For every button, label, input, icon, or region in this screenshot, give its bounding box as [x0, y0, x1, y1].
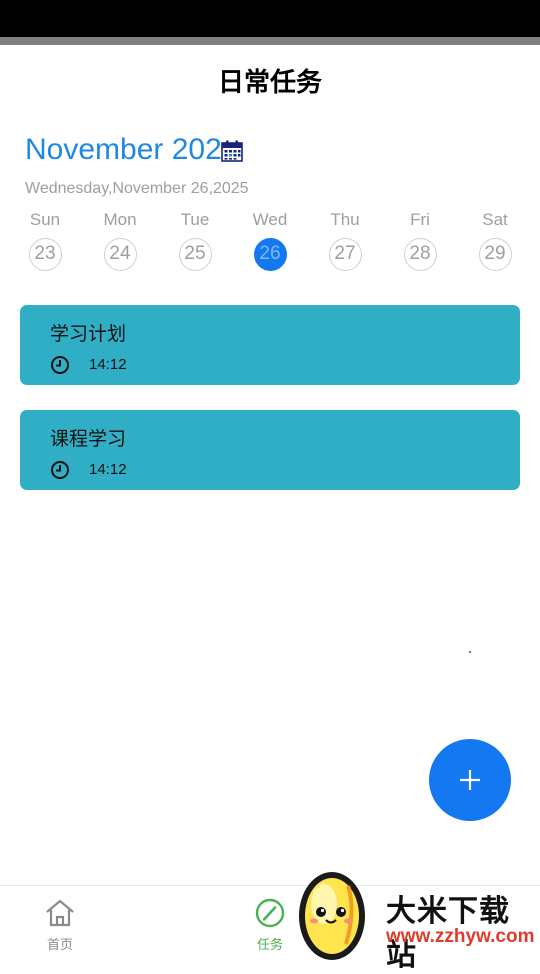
- clock-icon: [51, 356, 69, 374]
- day-mon[interactable]: Mon 24: [90, 208, 150, 271]
- day-name: Sat: [482, 210, 508, 229]
- day-sun[interactable]: Sun 23: [15, 208, 75, 271]
- day-number[interactable]: 24: [103, 238, 137, 271]
- day-name: Tue: [180, 210, 210, 229]
- day-name: Thu: [330, 210, 360, 229]
- day-thu[interactable]: Thu 27: [315, 208, 375, 271]
- home-icon: [46, 899, 74, 927]
- watermark-url: www.zzhyw.com: [386, 926, 535, 947]
- day-number-selected[interactable]: 26: [253, 238, 287, 271]
- month-label: November 2025: [25, 133, 221, 166]
- day-wed[interactable]: Wed 26: [240, 208, 300, 271]
- day-name: Mon: [103, 210, 137, 229]
- day-number[interactable]: 23: [28, 238, 62, 271]
- nav-label-home: 首页: [46, 938, 73, 953]
- clock-icon: [51, 461, 69, 479]
- day-name: Sun: [29, 210, 61, 229]
- task-card[interactable]: 学习计划 14:12: [20, 305, 520, 385]
- month-selector[interactable]: November 2025: [25, 133, 243, 167]
- stray-dot: [469, 651, 471, 653]
- day-tue[interactable]: Tue 25: [165, 208, 225, 271]
- task-title: 课程学习: [50, 428, 127, 450]
- nav-label-tasks: 任务: [256, 938, 283, 953]
- day-name: Fri: [410, 210, 430, 229]
- page-title: 日常任务: [217, 68, 322, 98]
- task-card[interactable]: 课程学习 14:12: [20, 410, 520, 490]
- selected-date: Wednesday,November 26,2025: [25, 180, 249, 197]
- plus-icon: [460, 770, 480, 790]
- nav-item-home[interactable]: 首页: [30, 898, 90, 953]
- day-number[interactable]: 28: [403, 238, 437, 271]
- day-sat[interactable]: Sat 29: [465, 208, 525, 271]
- status-bar: [0, 0, 540, 37]
- day-number[interactable]: 29: [478, 238, 512, 271]
- task-time: 14:12: [89, 356, 127, 373]
- day-name: Wed: [252, 210, 288, 229]
- day-fri[interactable]: Fri 28: [390, 208, 450, 271]
- calendar-icon[interactable]: [221, 140, 243, 162]
- day-number[interactable]: 27: [328, 238, 362, 271]
- task-title: 学习计划: [50, 323, 127, 345]
- rice-mascot-logo: [299, 872, 365, 960]
- week-strip: Sun 23 Mon 24 Tue 25 Wed 26 Thu 27 Fri 28 Sat 29: [0, 208, 540, 278]
- watermark: 大米下载站 www.zzhyw.com: [296, 866, 540, 973]
- nav-item-tasks[interactable]: 任务: [240, 898, 300, 953]
- task-time: 14:12: [89, 461, 127, 478]
- edit-circle-icon: [255, 898, 285, 928]
- status-bar-divider: [0, 37, 540, 45]
- day-number[interactable]: 25: [178, 238, 212, 271]
- add-task-button[interactable]: [429, 739, 511, 821]
